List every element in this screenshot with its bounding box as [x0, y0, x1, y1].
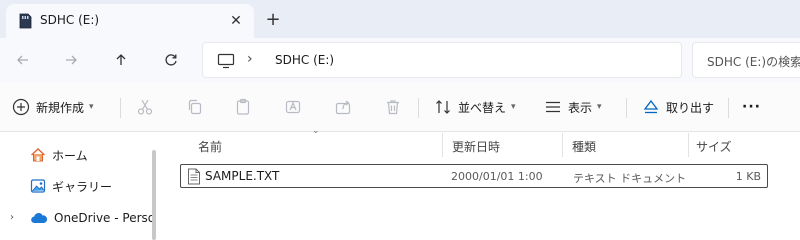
- pane-splitter[interactable]: [152, 150, 156, 240]
- scissors-icon: [137, 99, 153, 115]
- file-date: 2000/01/01 1:00: [451, 170, 543, 183]
- arrow-right-icon: [66, 55, 77, 65]
- plus-circle-icon: [12, 98, 30, 116]
- eject-button[interactable]: 取り出す: [642, 95, 714, 119]
- delete-button[interactable]: [384, 95, 402, 119]
- column-header-size[interactable]: サイズ: [696, 138, 732, 155]
- view-button[interactable]: 表示 ▾: [544, 95, 602, 119]
- trash-icon: [387, 100, 399, 115]
- share-icon: [335, 100, 351, 115]
- share-button[interactable]: [334, 95, 352, 119]
- more-options-button[interactable]: ···: [742, 95, 761, 119]
- title-bar: SDHC (E:) ✕ +: [0, 0, 800, 38]
- file-name: SAMPLE.TXT: [205, 169, 280, 183]
- chevron-down-icon: ▾: [511, 102, 516, 112]
- copy-button[interactable]: [186, 95, 204, 119]
- breadcrumb-sdhc[interactable]: SDHC (E:): [275, 53, 334, 67]
- pc-icon: [217, 53, 235, 69]
- file-type: テキスト ドキュメント: [573, 172, 687, 185]
- view-label: 表示: [568, 100, 593, 115]
- toolbar-divider: [728, 98, 729, 118]
- eject-label: 取り出す: [666, 100, 715, 115]
- breadcrumb-chevron[interactable]: ›: [247, 51, 253, 67]
- gallery-icon: [30, 179, 46, 193]
- back-button[interactable]: [10, 48, 36, 72]
- home-icon: [31, 148, 45, 162]
- search-box[interactable]: SDHC (E:)の検索: [692, 42, 800, 78]
- file-row[interactable]: SAMPLE.TXT 2000/01/01 1:00 テキスト ドキュメント 1…: [180, 164, 768, 188]
- nav-item-label: ホーム: [52, 148, 88, 163]
- chevron-down-icon: ▾: [597, 102, 602, 112]
- sd-card-icon: [19, 13, 32, 29]
- rename-button[interactable]: [284, 95, 302, 119]
- column-header-date[interactable]: 更新日時: [452, 138, 500, 155]
- list-view-icon: [546, 101, 560, 113]
- refresh-button[interactable]: [158, 48, 184, 72]
- cut-button[interactable]: [136, 95, 154, 119]
- toolbar-divider: [120, 98, 121, 118]
- address-bar[interactable]: › SDHC (E:): [202, 42, 682, 78]
- toolbar-divider: [418, 98, 419, 118]
- forward-button[interactable]: [58, 48, 84, 72]
- column-divider[interactable]: [688, 133, 689, 157]
- file-size: 1 KB: [735, 170, 761, 183]
- column-header-row: 名前 更新日時 種類 サイズ: [170, 133, 800, 157]
- new-label: 新規作成: [36, 100, 85, 115]
- up-button[interactable]: [108, 48, 134, 72]
- chevron-down-icon: ▾: [89, 102, 94, 112]
- column-divider[interactable]: [562, 133, 563, 157]
- paste-button[interactable]: [234, 95, 252, 119]
- rename-icon: [285, 100, 301, 114]
- sort-icon: [436, 100, 450, 114]
- sort-label: 並べ替え: [458, 100, 507, 115]
- tab-title: SDHC (E:): [40, 13, 100, 27]
- cloud-icon: [31, 213, 48, 224]
- command-bar: 新規作成 ▾ 並べ替え ▾ 表示 ▾ 取り出す ···: [0, 82, 800, 132]
- toolbar-divider: [626, 98, 627, 118]
- nav-item-label: ギャラリー: [52, 179, 113, 194]
- arrow-up-icon: [116, 54, 126, 65]
- nav-item-label: OneDrive - Perso: [54, 211, 156, 225]
- nav-item-gallery[interactable]: ギャラリー: [30, 176, 112, 196]
- close-tab-button[interactable]: ✕: [226, 11, 246, 31]
- tab-sdhc[interactable]: SDHC (E:) ✕: [6, 4, 254, 38]
- column-header-name[interactable]: 名前: [198, 138, 222, 155]
- new-button[interactable]: 新規作成 ▾: [12, 95, 94, 119]
- search-placeholder: SDHC (E:)の検索: [707, 55, 800, 69]
- nav-item-home[interactable]: ホーム: [30, 145, 88, 165]
- eject-icon: [643, 99, 659, 114]
- sort-button[interactable]: 並べ替え ▾: [434, 95, 516, 119]
- clipboard-icon: [236, 98, 250, 115]
- arrow-left-icon: [17, 55, 28, 65]
- copy-icon: [188, 99, 202, 115]
- column-header-type[interactable]: 種類: [572, 138, 596, 155]
- text-file-icon: [188, 168, 200, 185]
- nav-item-onedrive[interactable]: OneDrive - Perso: [30, 208, 155, 228]
- chevron-right-icon[interactable]: ›: [10, 212, 14, 223]
- column-divider[interactable]: [442, 133, 443, 157]
- refresh-icon: [165, 54, 177, 66]
- navigation-bar: › SDHC (E:) SDHC (E:)の検索: [0, 38, 800, 82]
- new-tab-button[interactable]: +: [262, 8, 284, 30]
